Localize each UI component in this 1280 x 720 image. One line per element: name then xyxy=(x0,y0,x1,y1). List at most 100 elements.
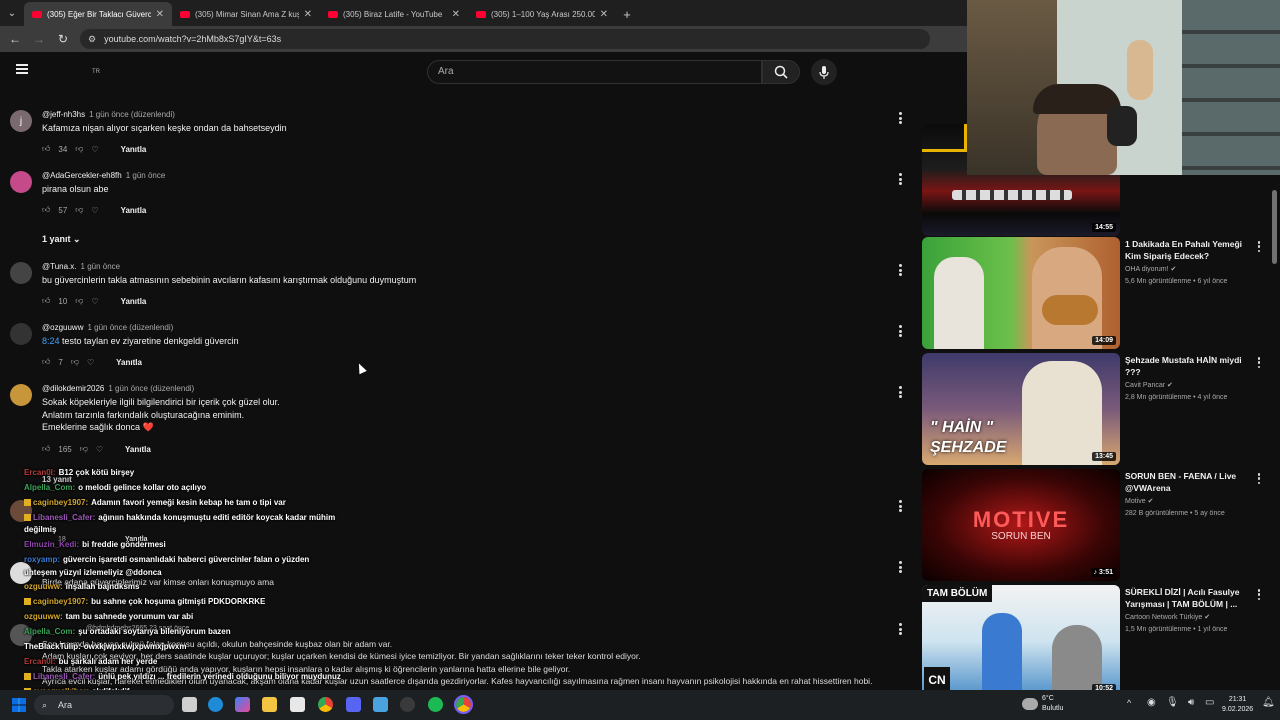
reload-icon[interactable]: ↻ xyxy=(56,32,70,46)
avatar[interactable] xyxy=(10,171,32,193)
chrome-profile-icon[interactable] xyxy=(454,695,473,714)
comment-author[interactable]: @Tuna.x. xyxy=(42,262,77,271)
comment-menu-icon[interactable] xyxy=(898,264,902,276)
comment-author[interactable]: @dilokdemir2026 xyxy=(42,384,104,393)
video-menu-icon[interactable] xyxy=(1257,589,1261,600)
comment-time[interactable]: 1 gün önce (düzenlendi) xyxy=(87,323,173,332)
timestamp-link[interactable]: 8:24 xyxy=(42,336,60,346)
notepad-icon[interactable] xyxy=(373,697,388,712)
comment-menu-icon[interactable] xyxy=(898,386,902,398)
voice-search-button[interactable] xyxy=(811,59,837,85)
heart-icon[interactable]: ♡ xyxy=(96,445,103,454)
channel-name[interactable]: OHA diyorum! ✔ xyxy=(1125,265,1176,273)
reply-button[interactable]: Yanıtla xyxy=(125,445,151,454)
browser-tab-4[interactable]: (305) 1–100 Yaş Arası 250.000 TL ✕ xyxy=(468,2,616,26)
notification-icon[interactable]: 🔔︎ xyxy=(1262,697,1275,708)
heart-icon[interactable]: ♡ xyxy=(87,358,94,367)
comment-menu-icon[interactable] xyxy=(898,623,902,635)
comment-author[interactable]: @jeff-nh3hs xyxy=(42,110,85,119)
browser-tab-2[interactable]: (305) Mimar Sinan Ama Z kuşağı ✕ xyxy=(172,2,320,26)
video-card[interactable]: " HAİN " ŞEHZADE 13:45 Şehzade Mustafa H… xyxy=(922,353,1278,465)
battery-icon[interactable]: ▭ xyxy=(1205,697,1214,708)
reply-button[interactable]: Yanıtla xyxy=(121,206,147,215)
like-icon[interactable]: 👍︎ xyxy=(42,205,50,215)
video-title[interactable]: Şehzade Mustafa HAİN miydi ??? xyxy=(1125,355,1255,378)
video-menu-icon[interactable] xyxy=(1257,241,1261,252)
spotify-icon[interactable] xyxy=(428,697,443,712)
url-field[interactable]: ⚙ youtube.com/watch?v=2hMb8xS7gIY&t=63s xyxy=(80,29,930,49)
heart-icon[interactable]: ♡ xyxy=(91,145,98,154)
like-icon[interactable]: 👍︎ xyxy=(42,357,50,367)
avatar[interactable]: j xyxy=(10,110,32,132)
avatar[interactable] xyxy=(10,384,32,406)
comment-time[interactable]: 1 gün önce xyxy=(126,171,166,180)
comment-time[interactable]: 1 gün önce (düzenlendi) xyxy=(108,384,194,393)
avatar[interactable] xyxy=(10,262,32,284)
tray-chevron-icon[interactable]: ^ xyxy=(1127,698,1131,708)
video-card[interactable]: 14:09 1 Dakikada En Pahalı Yemeği Kim Si… xyxy=(922,237,1278,349)
new-tab-button[interactable]: + xyxy=(616,2,638,26)
comment-time[interactable]: 1 gün önce xyxy=(81,262,121,271)
network-icon[interactable]: ◉ xyxy=(1147,697,1156,708)
comment-menu-icon[interactable] xyxy=(898,173,902,185)
channel-name[interactable]: Cavit Pancar ✔ xyxy=(1125,381,1173,389)
obs-icon[interactable] xyxy=(400,697,415,712)
search-button[interactable] xyxy=(762,60,800,84)
comment-author[interactable]: @ozguuww xyxy=(42,323,83,332)
dislike-icon[interactable]: 👎︎ xyxy=(75,144,83,154)
comment-menu-icon[interactable] xyxy=(898,112,902,124)
video-title[interactable]: SÜREKLİ DİZİ | Acılı Fasulye Yarışması |… xyxy=(1125,587,1255,610)
browser-tab-1[interactable]: (305) Eğer Bir Taklacı Güvercin Ol ✕ xyxy=(24,2,172,26)
site-info-icon[interactable]: ⚙ xyxy=(88,34,96,45)
close-tab-icon[interactable]: ✕ xyxy=(452,9,460,20)
comment-menu-icon[interactable] xyxy=(898,325,902,337)
avatar[interactable] xyxy=(10,323,32,345)
weather-widget[interactable]: 6°C Bulutlu xyxy=(1042,694,1063,714)
dislike-icon[interactable]: 👎︎ xyxy=(80,444,88,454)
search-input[interactable]: Ara xyxy=(427,60,762,84)
discord-icon[interactable] xyxy=(346,697,361,712)
like-icon[interactable]: 👍︎ xyxy=(42,296,50,306)
video-thumbnail[interactable]: TAM BÖLÜM CN 10:52 xyxy=(922,585,1120,697)
windows-start-icon[interactable] xyxy=(12,698,26,712)
video-card[interactable]: TAM BÖLÜM CN 10:52 SÜREKLİ DİZİ | Acılı … xyxy=(922,585,1278,697)
like-icon[interactable]: 👍︎ xyxy=(42,144,50,154)
dislike-icon[interactable]: 👎︎ xyxy=(75,205,83,215)
video-thumbnail[interactable]: 14:09 xyxy=(922,237,1120,349)
video-thumbnail[interactable]: MOTIVE SORUN BEN ♪ 3:51 xyxy=(922,469,1120,581)
reply-button[interactable]: Yanıtla xyxy=(116,358,142,367)
channel-name[interactable]: Cartoon Network Türkiye ✔ xyxy=(1125,613,1210,621)
dislike-icon[interactable]: 👎︎ xyxy=(71,357,79,367)
video-title[interactable]: SORUN BEN - FAENA / Live @VWArena xyxy=(1125,471,1255,494)
taskbar-clock[interactable]: 21:31 9.02.2026 xyxy=(1222,695,1253,715)
like-icon[interactable]: 👍︎ xyxy=(42,444,50,454)
microphone-tray-icon[interactable]: 🎙︎ xyxy=(1166,697,1179,708)
comment-author[interactable]: @AdaGercekler-eh8fh xyxy=(42,171,122,180)
video-menu-icon[interactable] xyxy=(1257,473,1261,484)
forward-icon[interactable]: → xyxy=(32,32,46,46)
edge-icon[interactable] xyxy=(208,697,223,712)
close-tab-icon[interactable]: ✕ xyxy=(304,9,312,20)
volume-icon[interactable]: 🔊︎ xyxy=(1188,697,1194,708)
back-icon[interactable]: ← xyxy=(8,32,22,46)
browser-tab-3[interactable]: (305) Biraz Latife - YouTube ✕ xyxy=(320,2,468,26)
heart-icon[interactable]: ♡ xyxy=(91,206,98,215)
video-thumbnail[interactable]: " HAİN " ŞEHZADE 13:45 xyxy=(922,353,1120,465)
tab-list-button[interactable]: ⌄ xyxy=(0,0,24,26)
hamburger-menu-icon[interactable] xyxy=(16,64,28,74)
close-tab-icon[interactable]: ✕ xyxy=(600,9,608,20)
copilot-icon[interactable] xyxy=(235,697,250,712)
close-tab-icon[interactable]: ✕ xyxy=(156,9,164,20)
reply-button[interactable]: Yanıtla xyxy=(121,145,147,154)
task-view-icon[interactable] xyxy=(182,697,197,712)
channel-name[interactable]: Motive ✔ xyxy=(1125,497,1153,505)
store-icon[interactable] xyxy=(290,697,305,712)
show-replies-button[interactable]: 1 yanıt ⌄ xyxy=(42,234,81,245)
scrollbar-thumb[interactable] xyxy=(1272,190,1277,264)
file-explorer-icon[interactable] xyxy=(262,697,277,712)
heart-icon[interactable]: ♡ xyxy=(91,297,98,306)
video-title[interactable]: 1 Dakikada En Pahalı Yemeği Kim Sipariş … xyxy=(1125,239,1255,262)
comment-menu-icon[interactable] xyxy=(898,500,902,512)
comment-menu-icon[interactable] xyxy=(898,561,902,573)
video-menu-icon[interactable] xyxy=(1257,357,1261,368)
